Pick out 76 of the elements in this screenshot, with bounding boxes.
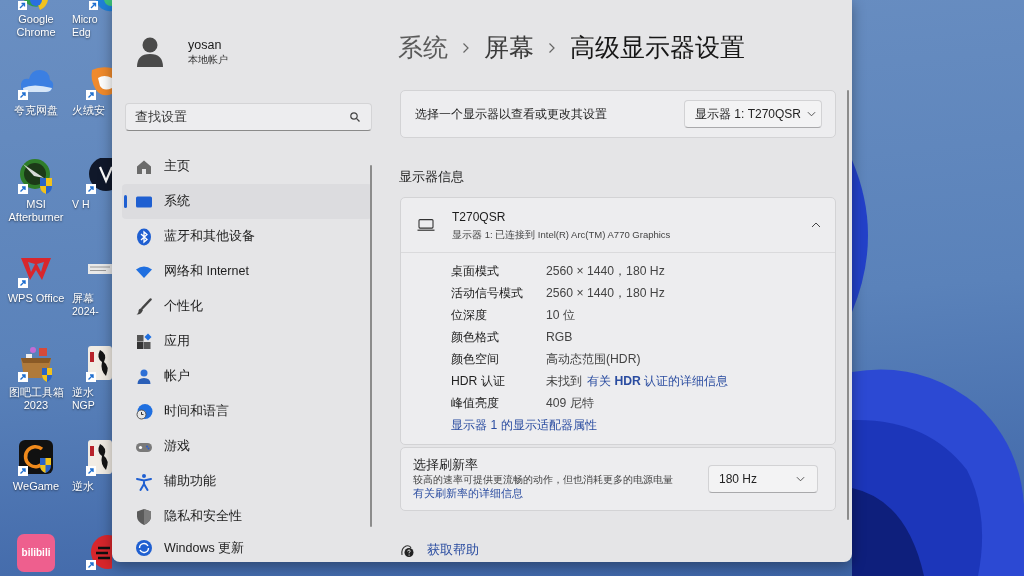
chevron-down-icon — [807, 111, 817, 117]
property-label: 峰值亮度 — [451, 394, 500, 412]
desktop-shortcut[interactable]: 逆水 — [72, 436, 112, 530]
brush-icon — [135, 297, 153, 316]
scrollbar[interactable] — [847, 90, 849, 520]
update-icon — [135, 539, 153, 557]
app-logo: bilibili — [17, 534, 55, 572]
person-icon — [135, 367, 153, 386]
search-icon[interactable] — [350, 112, 360, 122]
nav-item[interactable]: 应用 — [122, 324, 372, 359]
nav-item[interactable]: 个性化 — [122, 289, 372, 324]
setting-title: 选择刷新率 — [413, 458, 479, 473]
v-logo-icon — [86, 158, 112, 194]
user-name: yosan — [188, 38, 223, 53]
desktop-shortcut[interactable]: 火绒安 — [72, 60, 112, 154]
picker-label: 选择一个显示器以查看或更改其设置 — [415, 105, 607, 123]
nav-item[interactable]: 网络和 Internet — [122, 254, 372, 289]
property-value: 2560 × 1440，180 Hz — [546, 262, 665, 280]
app-tile-icon — [18, 440, 54, 476]
breadcrumb-link[interactable]: 系统 — [398, 30, 448, 66]
gauge-logo-icon — [18, 158, 54, 194]
account-type: 本地帐户 — [188, 53, 228, 66]
desktop-shortcut[interactable]: V H — [72, 154, 112, 248]
desktop-shortcut[interactable]: WPS Office — [0, 248, 72, 342]
monitor-connection: 显示器 1: 已连接到 Intel(R) Arc(TM) A770 Graphics — [452, 227, 672, 241]
property-label: 活动信号模式 — [451, 284, 524, 302]
property-label: 颜色空间 — [451, 350, 500, 368]
monitor-icon — [417, 219, 435, 231]
chevron-right-icon — [462, 42, 470, 54]
nav-item[interactable]: 辅助功能 — [122, 464, 372, 499]
monitor-name: T270QSR — [452, 209, 507, 225]
search-field[interactable]: 查找设置 — [125, 103, 372, 131]
shield-icon — [135, 507, 153, 526]
clock-globe-icon — [135, 402, 153, 421]
toolbox-icon — [18, 346, 54, 382]
property-label: HDR 认证 — [451, 372, 506, 390]
refresh-rate-info-link[interactable]: 有关刷新率的详细信息 — [413, 486, 673, 500]
property-value: 未找到 — [546, 372, 582, 390]
page-title: 高级显示器设置 — [570, 33, 745, 63]
property-value: 409 尼特 — [546, 394, 594, 412]
chevron-down-icon — [796, 476, 805, 482]
property-value: RGB — [546, 330, 573, 344]
chevron-right-icon — [548, 42, 556, 54]
nav-item[interactable]: 主页 — [122, 149, 372, 184]
refresh-rate-dropdown[interactable]: 180 Hz — [708, 465, 818, 493]
desktop-shortcut[interactable]: 逆水 NGP — [72, 342, 112, 436]
display-dropdown[interactable]: 显示器 1: T270QSR — [684, 100, 822, 128]
desktop-shortcut[interactable]: 图吧工具箱 2023 — [0, 342, 72, 436]
swirl-logo-icon — [86, 0, 112, 12]
help-icon — [400, 543, 414, 557]
nav-item[interactable]: Windows 更新 — [122, 534, 372, 562]
round-logo-icon — [86, 534, 112, 570]
get-help-link[interactable]: 获取帮助 — [427, 541, 479, 559]
property-label: 桌面模式 — [451, 262, 500, 280]
info-link[interactable]: 有关 HDR 认证的详细信息 — [587, 372, 729, 390]
setting-description: 较高的速率可提供更流畅的动作，但也消耗更多的电源电量 — [413, 473, 673, 486]
desktop-shortcut[interactable]: WeGame — [0, 436, 72, 530]
property-value: 2560 × 1440，180 Hz — [546, 284, 665, 302]
property-label: 颜色格式 — [451, 328, 500, 346]
breadcrumb-link[interactable]: 屏幕 — [484, 30, 534, 66]
property-value: 高动态范围(HDR) — [546, 350, 641, 368]
desktop-shortcut[interactable]: MSI Afterburner — [0, 154, 72, 248]
nav-item[interactable]: 帐户 — [122, 359, 372, 394]
scrollbar[interactable] — [370, 165, 372, 527]
property-value: 10 位 — [546, 306, 575, 324]
nav-item[interactable]: 系统 — [122, 184, 372, 219]
bluetooth-icon — [135, 227, 153, 246]
section-heading: 显示器信息 — [398, 170, 465, 185]
apps-icon — [135, 332, 153, 351]
property-label: 位深度 — [451, 306, 488, 324]
avatar-icon — [136, 37, 164, 67]
accessibility-icon — [135, 472, 153, 491]
desktop-shortcut[interactable]: 屏幕 2024- — [72, 248, 112, 342]
adapter-properties-link[interactable]: 显示器 1 的显示适配器属性 — [451, 416, 597, 434]
shield-logo-icon — [86, 64, 112, 100]
chevron-up-icon[interactable] — [811, 222, 821, 228]
